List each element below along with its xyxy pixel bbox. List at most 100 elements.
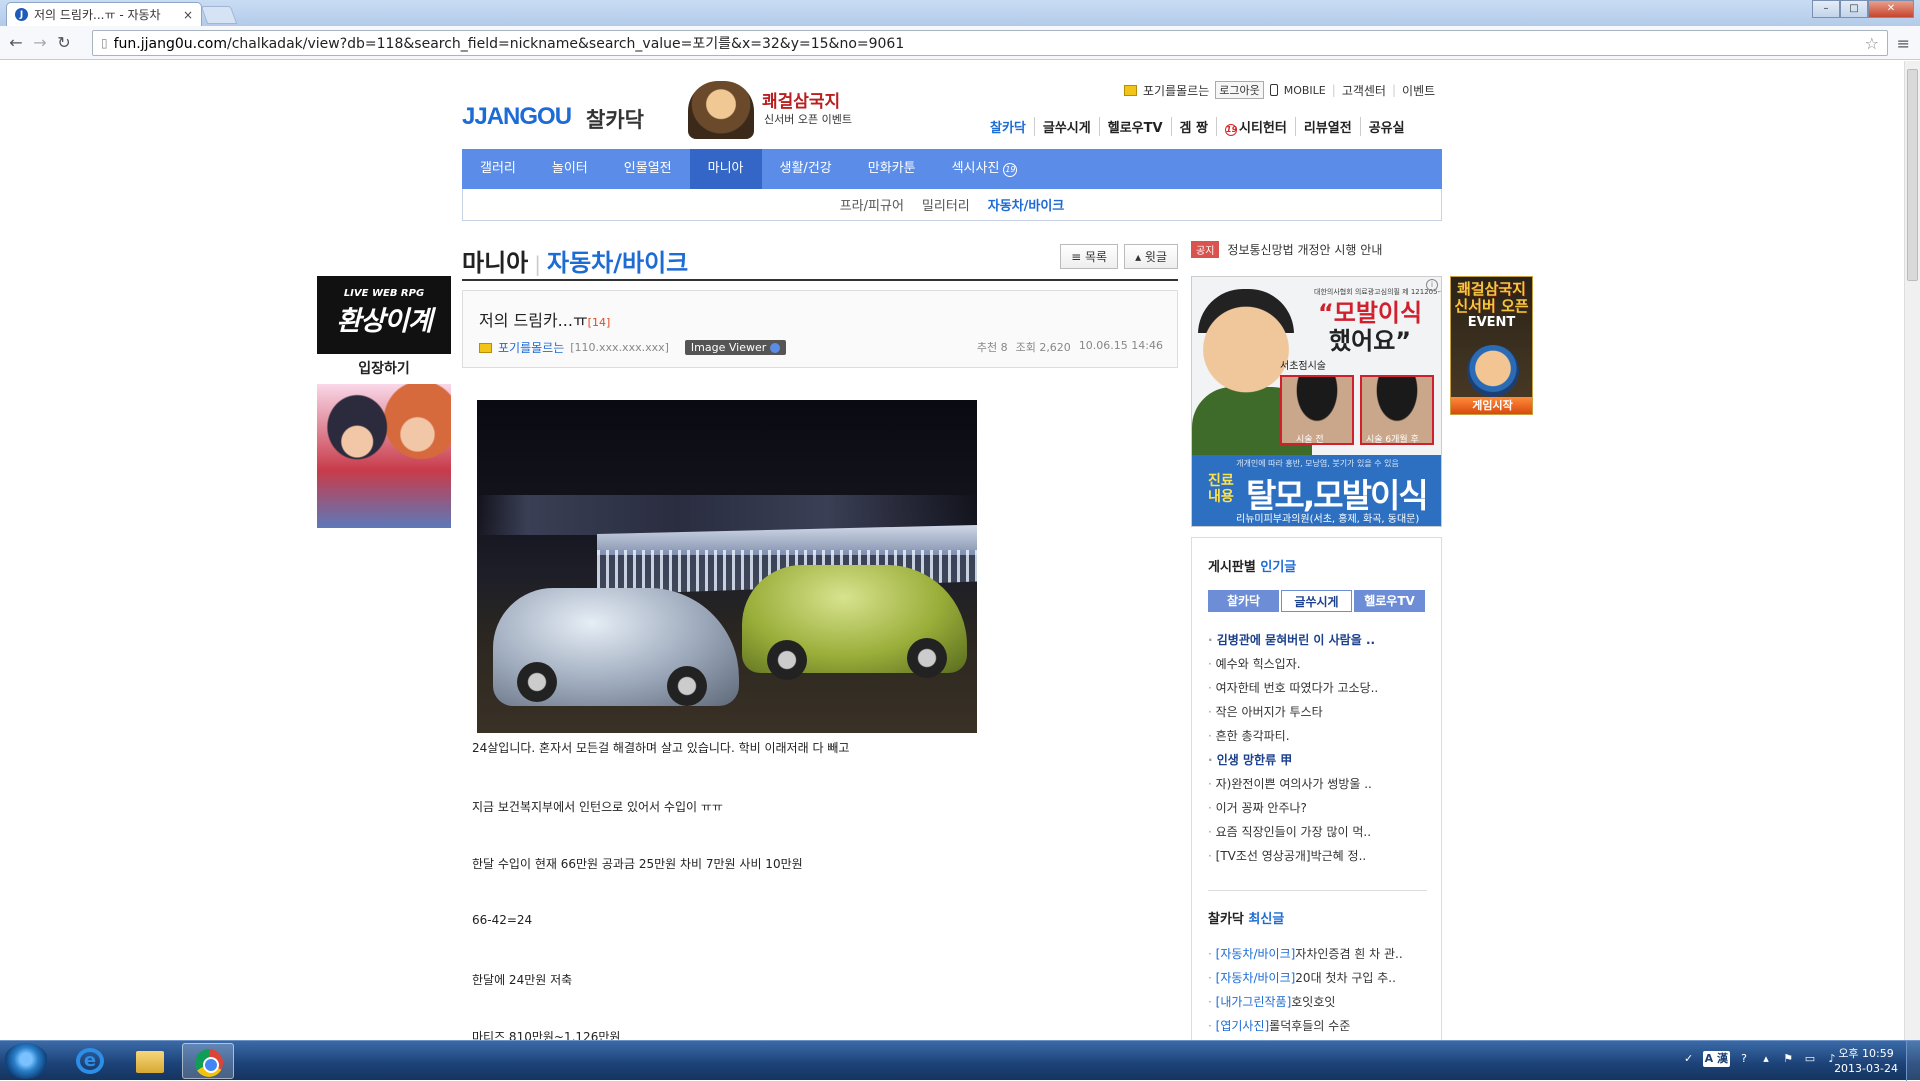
site-section-title[interactable]: 찰카닥 — [586, 104, 644, 134]
mobile-link[interactable]: MOBILE — [1284, 84, 1326, 97]
monitor-icon[interactable]: ▭ — [1802, 1051, 1818, 1067]
main-nav-item[interactable]: 인물열전 — [606, 149, 690, 189]
maximize-button[interactable]: □ — [1840, 0, 1868, 18]
list-button[interactable]: ≡ 목록 — [1060, 244, 1119, 269]
sub-nav-item-active[interactable]: 자동차/바이크 — [988, 195, 1065, 214]
latest-item-title[interactable]: 호잇호잇 — [1291, 995, 1335, 1009]
taskbar-ie-button[interactable]: e — [64, 1043, 116, 1079]
forward-icon[interactable]: → — [28, 33, 52, 52]
popular-item[interactable]: 김병관에 묻혀버린 이 사람을 .. — [1208, 628, 1378, 652]
gnb-item[interactable]: 글쑤시게 — [1033, 117, 1099, 136]
bookmark-star-icon[interactable]: ☆ — [1865, 34, 1879, 53]
latest-item-category[interactable]: [자동차/바이크] — [1216, 947, 1296, 961]
popular-tab[interactable]: 찰카닥 — [1208, 590, 1279, 612]
back-icon[interactable]: ← — [4, 33, 28, 52]
popular-tab[interactable]: 헬로우TV — [1354, 590, 1425, 612]
ad-info-icon[interactable]: i — [1426, 279, 1438, 291]
new-tab-button[interactable] — [200, 6, 238, 24]
start-button[interactable] — [4, 1043, 48, 1079]
minimize-button[interactable]: – — [1812, 0, 1840, 18]
show-desktop-button[interactable] — [1906, 1041, 1920, 1081]
popular-item[interactable]: [TV조선 영상공개]박근혜 정.. — [1208, 844, 1378, 868]
system-clock[interactable]: 오후 10:59 2013-03-24 — [1834, 1046, 1898, 1076]
latest-item[interactable]: [자동차/바이크]자차인증겸 흰 차 관.. — [1208, 942, 1403, 966]
popular-item[interactable]: 자)완전이쁜 여의사가 썽방울 .. — [1208, 772, 1378, 796]
customer-center-link[interactable]: 고객센터 — [1342, 82, 1386, 99]
sub-nav-item[interactable]: 프라/피규어 — [840, 195, 904, 214]
post-body-line: 한달 수입이 현재 66만원 공과금 25만원 차비 7만원 사비 10만원 — [472, 857, 803, 871]
main-nav-item[interactable]: 갤러리 — [462, 149, 534, 189]
browser-tab[interactable]: J 저의 드림카...ㅠ - 자동차 × — [6, 2, 202, 26]
taskbar-explorer-button[interactable] — [124, 1043, 176, 1079]
gnb-item[interactable]: 공유실 — [1359, 117, 1413, 136]
ad-disclaimer: 개개인에 따라 홍반, 모낭염, 붓기가 있을 수 있음 — [1236, 459, 1399, 468]
popular-item[interactable]: 작은 아버지가 투스타 — [1208, 700, 1378, 724]
tab-close-icon[interactable]: × — [183, 8, 193, 22]
network-status-icon[interactable]: ✓ — [1681, 1051, 1697, 1067]
side-game-banner[interactable]: 쾌걸삼국지 신서버 오픈 EVENT 게임시작 — [1450, 276, 1533, 415]
help-icon[interactable]: ? — [1736, 1051, 1752, 1067]
latest-item[interactable]: [엽기사진]롤덕후들의 수준 — [1208, 1014, 1403, 1038]
latest-item[interactable]: [자동차/바이크]20대 첫차 구입 추.. — [1208, 966, 1403, 990]
gnb-item[interactable]: 겜 짱 — [1170, 117, 1216, 136]
popular-item[interactable]: 예수와 힉스입자. — [1208, 652, 1378, 676]
sub-nav-item[interactable]: 밀리터리 — [922, 195, 970, 214]
post-body-line: 24살입니다. 혼자서 모든걸 해결하며 살고 있습니다. 학비 이래저래 다 … — [472, 741, 850, 755]
latest-item[interactable]: [내가그린작품]호잇호잇 — [1208, 990, 1403, 1014]
popular-item[interactable]: 인생 망한류 甲 — [1208, 748, 1378, 772]
latest-item-title[interactable]: 자차인증겸 흰 차 관.. — [1295, 947, 1402, 961]
latest-item-category[interactable]: [자동차/바이크] — [1216, 971, 1296, 985]
popular-tab-active[interactable]: 글쑤시게 — [1281, 590, 1352, 612]
latest-item-title[interactable]: 20대 첫차 구입 추.. — [1295, 971, 1396, 985]
gnb-item[interactable]: 찰카닥 — [982, 117, 1034, 136]
page-scrollbar[interactable] — [1904, 61, 1920, 1041]
comment-count[interactable]: [14] — [588, 316, 611, 329]
popular-item[interactable]: 흔한 총각파티. — [1208, 724, 1378, 748]
latest-item-title[interactable]: 롤덕후들의 수준 — [1269, 1019, 1350, 1033]
banner-enter-link[interactable]: 입장하기 — [317, 358, 451, 378]
hair-clinic-ad[interactable]: 대한의사협회 의료광고심의필 제 121205-중-3717 i “모발이식했어… — [1191, 276, 1442, 527]
ime-language-indicator[interactable]: A 漢 — [1702, 1051, 1730, 1067]
browser-titlebar: J 저의 드림카...ㅠ - 자동차 × – □ ✕ — [0, 0, 1920, 26]
author-nickname[interactable]: 포기를몰르는 — [498, 339, 564, 356]
popular-item[interactable]: 여자한테 번호 따였다가 고소당.. — [1208, 676, 1379, 700]
flag-icon[interactable]: ⚑ — [1780, 1051, 1796, 1067]
tray-expand-icon[interactable]: ▴ — [1758, 1051, 1774, 1067]
prev-post-button[interactable]: ▴ 윗글 — [1124, 244, 1178, 269]
main-nav-item[interactable]: 생활/건강 — [762, 149, 850, 189]
utility-links: 포기를몰르는 로그아웃 MOBILE | 고객센터 | 이벤트 — [1124, 81, 1435, 99]
main-nav-item-active[interactable]: 마니아 — [689, 149, 762, 189]
latest-item-category[interactable]: [엽기사진] — [1216, 1019, 1270, 1033]
board-title: 마니아 | 자동차/바이크 — [462, 249, 689, 277]
gnb-item-cityhunter[interactable]: 19 시티헌터 — [1216, 117, 1295, 136]
game-start-button[interactable]: 게임시작 — [1451, 397, 1532, 414]
gnb-item[interactable]: 리뷰열전 — [1294, 117, 1360, 136]
header-event-banner[interactable]: 쾌걸삼국지 신서버 오픈 이벤트 — [688, 79, 852, 139]
notice-text[interactable]: 정보통신망법 개정안 시행 안내 — [1227, 241, 1382, 258]
scrollbar-thumb[interactable] — [1907, 69, 1918, 281]
banner-tag: LIVE WEB RPG — [343, 288, 425, 299]
tab-title: 저의 드림카...ㅠ - 자동차 — [34, 8, 161, 22]
logout-button[interactable]: 로그아웃 — [1215, 81, 1264, 99]
address-url[interactable]: fun.jjang0u.com/chalkadak/view?db=118&se… — [114, 33, 1859, 53]
site-logo[interactable]: JJANGOU — [462, 103, 572, 131]
popular-item[interactable]: 이거 꽁짜 안주나? — [1208, 796, 1378, 820]
ad-quote: “모발이식 했어요” — [1318, 299, 1423, 355]
address-bar[interactable]: ▯ fun.jjang0u.com/chalkadak/view?db=118&… — [92, 30, 1888, 56]
latest-item-category[interactable]: [내가그린작품] — [1216, 995, 1292, 1009]
popular-item[interactable]: 요즘 직장인들이 가장 많이 먹.. — [1208, 820, 1378, 844]
main-nav-item[interactable]: 놀이터 — [534, 149, 606, 189]
taskbar-chrome-button[interactable] — [182, 1043, 234, 1079]
image-viewer-button[interactable]: Image Viewer — [684, 340, 787, 355]
event-link[interactable]: 이벤트 — [1402, 82, 1435, 99]
post-image[interactable] — [477, 400, 977, 733]
browser-menu-icon[interactable]: ≡ — [1897, 34, 1910, 53]
user-nickname[interactable]: 포기를몰르는 — [1143, 82, 1209, 99]
main-nav-item[interactable]: 만화카툰 — [850, 149, 934, 189]
reload-icon[interactable]: ↻ — [52, 33, 76, 52]
notice-bar[interactable]: 공지 정보통신망법 개정안 시행 안내 — [1191, 241, 1382, 258]
main-nav-item-sexy[interactable]: 섹시사진 19 — [934, 149, 1036, 189]
close-window-button[interactable]: ✕ — [1868, 0, 1914, 18]
gnb-item[interactable]: 헬로우TV — [1098, 117, 1171, 136]
left-game-banner[interactable]: LIVE WEB RPG 환상이계 입장하기 — [317, 276, 451, 528]
